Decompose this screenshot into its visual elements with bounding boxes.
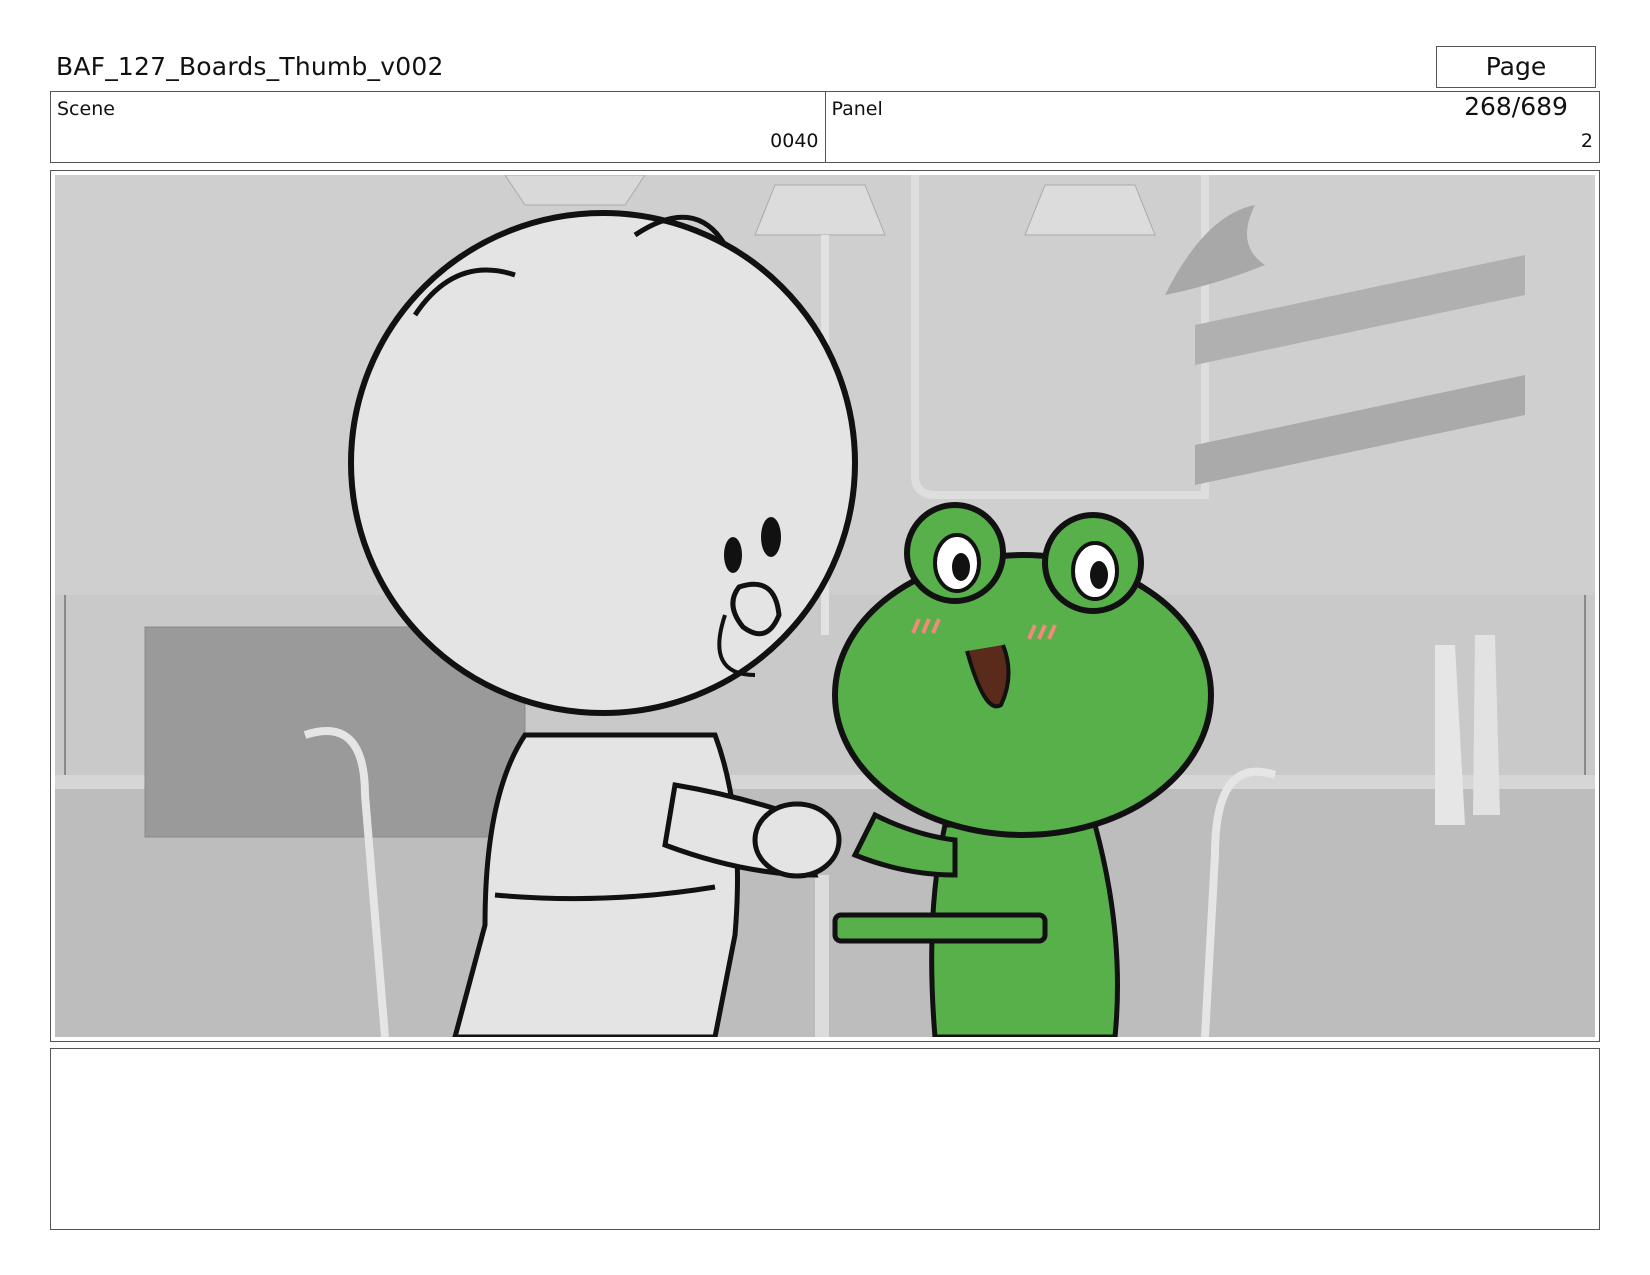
panel-cell: Panel 2 [824,92,1600,162]
scene-label: Scene [57,98,115,120]
scene-number: 0040 [770,130,819,152]
scene-panel-info-row: Scene 0040 Panel 2 [50,91,1600,163]
notes-box [50,1048,1600,1230]
page-number-box: Page 268/689 [1436,46,1596,121]
storyboard-frame [50,170,1600,1042]
document-title: BAF_127_Boards_Thumb_v002 [56,52,444,81]
storyboard-drawing [55,175,1595,1037]
panel-label: Panel [831,98,883,120]
scene-cell: Scene 0040 [51,92,825,162]
panel-number: 2 [1580,130,1593,152]
